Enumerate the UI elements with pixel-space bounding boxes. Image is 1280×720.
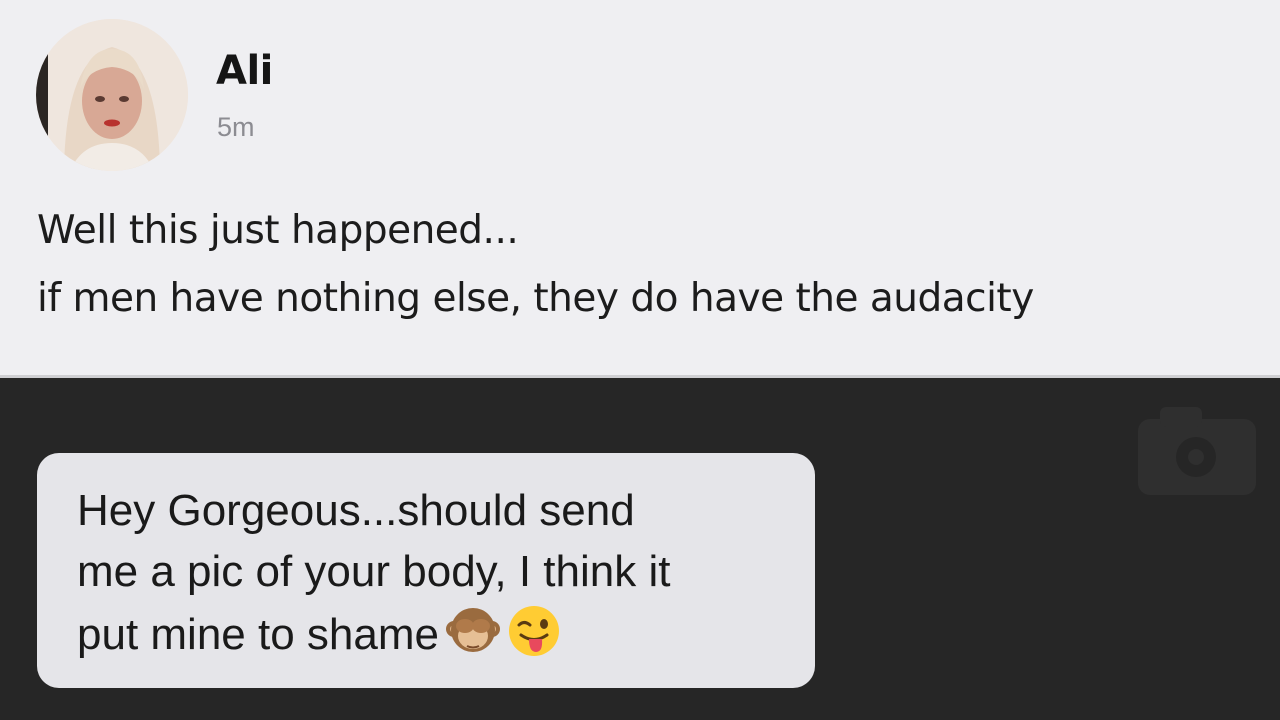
screenshot: Ali 5m Well this just happened... if men… <box>0 0 1280 720</box>
avatar[interactable] <box>36 19 188 171</box>
post-line: if men have nothing else, they do have t… <box>37 276 1034 321</box>
message-line: me a pic of your body, I think it <box>77 547 671 596</box>
message-bubble: Hey Gorgeous...should send me a pic of y… <box>37 453 815 688</box>
post-body: Well this just happened... if men have n… <box>37 197 1034 333</box>
avatar-photo <box>36 19 188 171</box>
post-line: Well this just happened... <box>37 208 519 253</box>
message-line: Hey Gorgeous...should send <box>77 486 635 535</box>
post-timestamp: 5m <box>217 112 255 142</box>
social-post: Ali 5m Well this just happened... if men… <box>0 0 1280 375</box>
camera-icon[interactable] <box>1138 405 1256 495</box>
message-text: Hey Gorgeous...should send me a pic of y… <box>77 480 670 665</box>
see-no-evil-monkey-icon <box>445 602 501 658</box>
message-line: put mine to shame <box>77 610 439 659</box>
winking-face-with-tongue-icon <box>507 604 561 658</box>
author-name[interactable]: Ali <box>216 48 273 94</box>
message-line-last: put mine to shame <box>77 602 670 665</box>
divider <box>0 375 1280 378</box>
